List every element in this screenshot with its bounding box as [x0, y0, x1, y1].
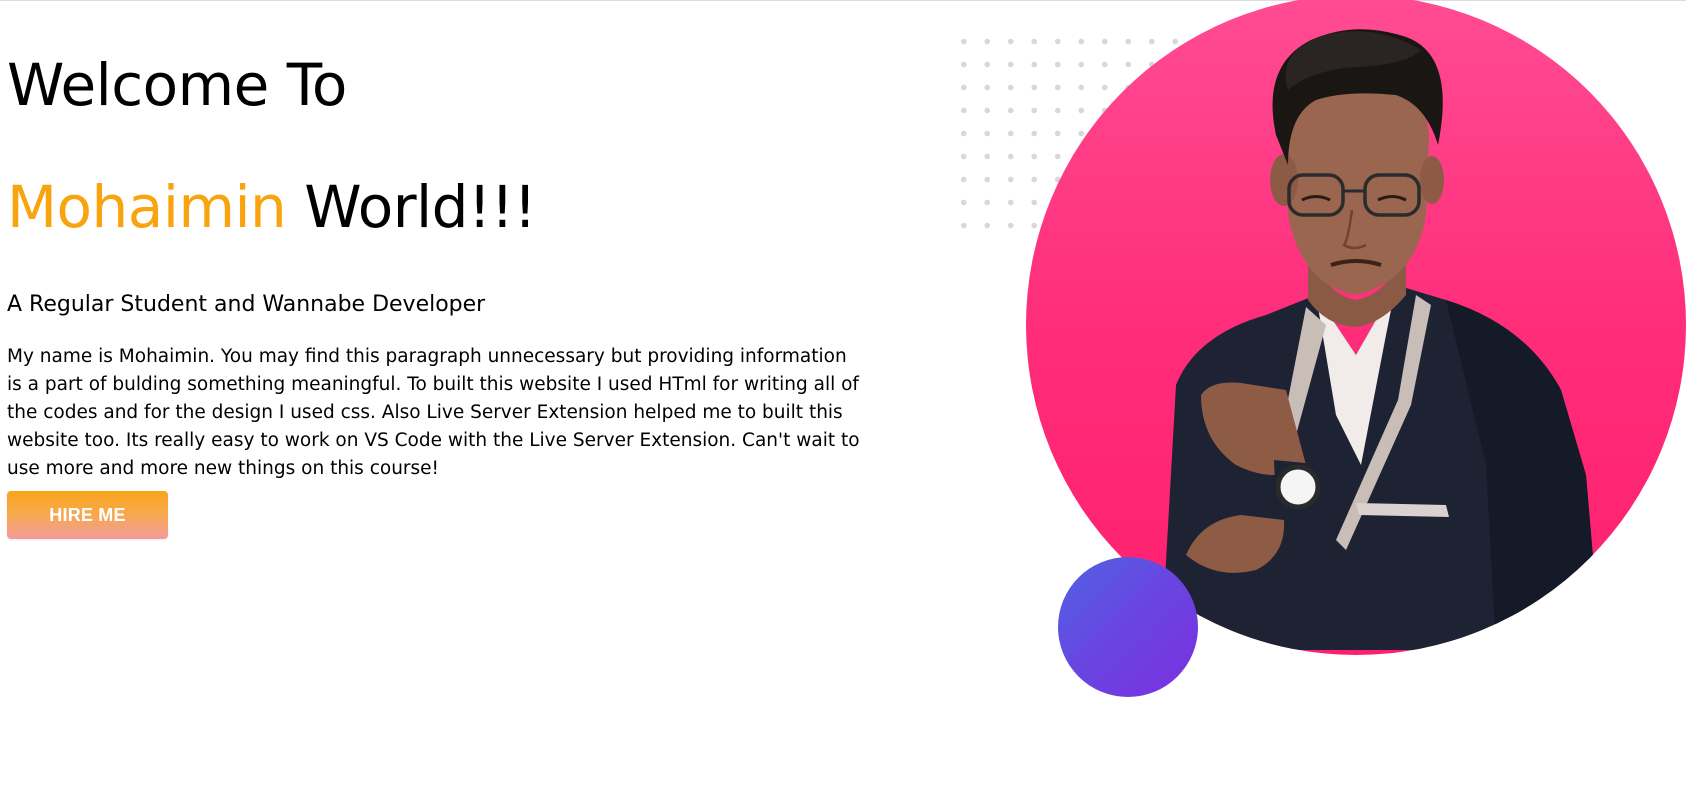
purple-circle-decoration	[1058, 557, 1198, 697]
hero-title-line-2: Mohaimin World!!!	[7, 172, 537, 242]
hire-me-button[interactable]: HIRE ME	[7, 491, 168, 539]
hero-intro-paragraph: My name is Mohaimin. You may find this p…	[7, 346, 860, 479]
hero-title-name: Mohaimin	[7, 173, 287, 241]
hero-title-line-1: Welcome To	[7, 51, 347, 119]
hero-title-rest: World!!!	[286, 173, 537, 241]
hero-subtitle: A Regular Student and Wannabe Developer	[7, 292, 486, 317]
